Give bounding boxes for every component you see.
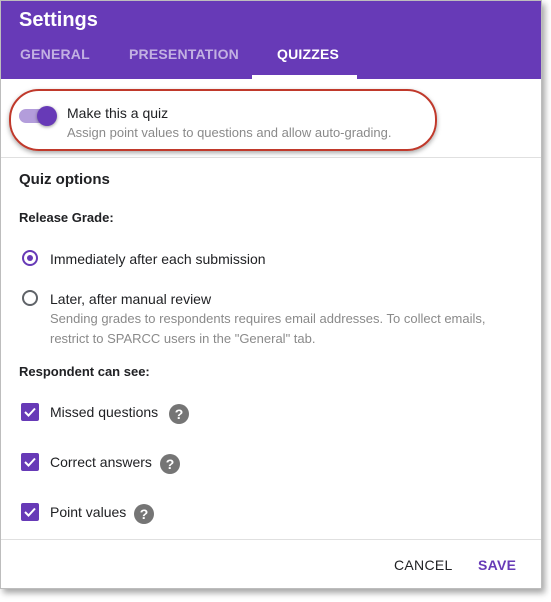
tab-quizzes[interactable]: QUIZZES [277, 46, 339, 62]
tab-general[interactable]: GENERAL [20, 46, 90, 62]
help-icon[interactable]: ? [169, 404, 189, 424]
release-grade-heading: Release Grade: [19, 210, 114, 225]
radio-immediately-label: Immediately after each submission [50, 251, 266, 267]
quiz-options-title: Quiz options [19, 171, 110, 188]
radio-later-help-line2: restrict to SPARCC users in the "General… [50, 331, 316, 346]
check-icon [24, 407, 36, 417]
checkbox-missed-questions[interactable] [21, 403, 39, 421]
radio-immediately[interactable] [22, 250, 38, 266]
make-quiz-row: Make this a quiz Assign point values to … [1, 79, 541, 158]
correct-answers-label: Correct answers [50, 454, 152, 470]
checkbox-point-values[interactable] [21, 503, 39, 521]
make-quiz-label: Make this a quiz [67, 105, 169, 121]
save-button[interactable]: SAVE [478, 557, 516, 573]
make-quiz-description: Assign point values to questions and all… [67, 125, 392, 140]
check-icon [24, 457, 36, 467]
dialog-footer: CANCEL SAVE [1, 539, 541, 588]
help-icon[interactable]: ? [134, 504, 154, 524]
dialog-header: Settings GENERAL PRESENTATION QUIZZES [1, 1, 541, 79]
missed-questions-label: Missed questions [50, 404, 159, 420]
make-quiz-toggle-thumb[interactable] [37, 106, 57, 126]
checkbox-correct-answers[interactable] [21, 453, 39, 471]
settings-dialog: Settings GENERAL PRESENTATION QUIZZES Ma… [0, 0, 542, 589]
radio-later-label: Later, after manual review [50, 291, 212, 307]
check-icon [24, 507, 36, 517]
point-values-label: Point values [50, 504, 127, 520]
dialog-title: Settings [19, 9, 98, 31]
tab-presentation[interactable]: PRESENTATION [129, 46, 239, 62]
help-icon[interactable]: ? [160, 454, 180, 474]
respondent-can-see-heading: Respondent can see: [19, 364, 150, 379]
cancel-button[interactable]: CANCEL [394, 557, 453, 573]
radio-later-help-line1: Sending grades to respondents requires e… [50, 311, 486, 326]
radio-later[interactable] [22, 290, 38, 306]
